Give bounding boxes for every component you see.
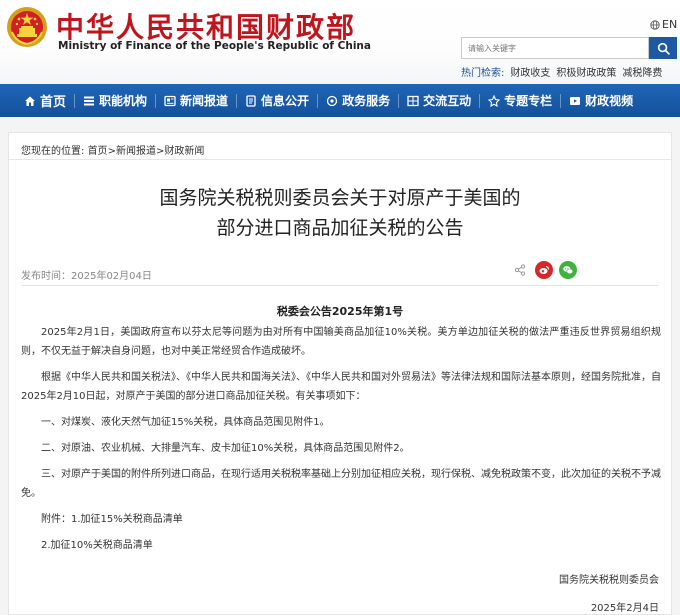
nav-item-interact[interactable]: 交流互动 — [399, 84, 479, 117]
wechat-share-button[interactable] — [559, 261, 577, 279]
article-paragraph: 一、对煤炭、液化天然气加征15%关税，具体商品范围见附件1。 — [41, 417, 330, 428]
nav-item-video[interactable]: 财政视频 — [561, 84, 641, 117]
wechat-icon — [563, 266, 574, 275]
breadcrumb-prefix: 您现在的位置: — [21, 146, 85, 157]
share-icon — [514, 264, 526, 276]
news-icon — [164, 95, 176, 106]
home-icon — [25, 96, 35, 106]
site-subtitle: Ministry of Finance of the People's Repu… — [58, 40, 371, 52]
share-button[interactable] — [511, 261, 529, 279]
divider — [21, 285, 659, 286]
article-paragraph: 三、对原产于美国的附件所列进口商品，在现行适用关税税率基础上分别加征相应关税，现… — [21, 469, 661, 499]
nav-item-topic[interactable]: 专题专栏 — [480, 84, 560, 117]
breadcrumb-item[interactable]: 首页 — [88, 146, 108, 157]
search-button[interactable] — [649, 37, 677, 59]
publish-date: 发布时间：2025年02月04日 — [21, 271, 152, 282]
breadcrumb-item[interactable]: 新闻报道 — [116, 146, 156, 157]
info-icon — [246, 94, 256, 107]
nav-item-news[interactable]: 新闻报道 — [156, 84, 236, 117]
main-nav: 首页 职能机构 新闻报道 信息公开 政务服务 交流互动 专题专栏 财政视频 — [0, 84, 680, 117]
globe-icon — [650, 19, 660, 30]
nav-item-home[interactable]: 首页 — [0, 84, 74, 117]
language-label: EN — [662, 18, 678, 31]
topic-icon — [488, 94, 501, 107]
hot-link[interactable]: 积极财政政策 — [556, 64, 616, 79]
org-icon — [84, 96, 95, 105]
share-bar — [511, 261, 577, 279]
national-emblem-icon — [7, 7, 47, 47]
article-paragraph: 二、对原油、农业机械、大排量汽车、皮卡加征10%关税，具体商品范围见附件2。 — [41, 443, 410, 454]
article-paragraph: 根据《中华人民共和国关税法》、《中华人民共和国海关法》、《中华人民共和国对外贸易… — [21, 372, 661, 402]
nav-item-service[interactable]: 政务服务 — [318, 84, 398, 117]
nav-item-org[interactable]: 职能机构 — [75, 84, 155, 117]
nav-item-info[interactable]: 信息公开 — [237, 84, 317, 117]
article-body: 2025年2月1日，美国政府宣布以芬太尼等问题为由对所有中国输美商品加征10%关… — [21, 323, 661, 562]
article-container: 您现在的位置: 首页>新闻报道>财政新闻 国务院关税税则委员会关于对原产于美国的… — [8, 132, 672, 615]
hot-link[interactable]: 财政收支 — [510, 64, 550, 79]
article-title-line: 国务院关税税则委员会关于对原产于美国的 — [159, 187, 521, 209]
weibo-icon — [539, 266, 549, 274]
hot-search-label: 热门检索: — [461, 68, 505, 79]
video-icon — [570, 96, 581, 105]
language-switch[interactable]: EN — [650, 18, 677, 31]
signature: 国务院关税税则委员会 — [559, 575, 659, 586]
breadcrumb-item[interactable]: 财政新闻 — [164, 146, 204, 157]
attachment-item[interactable]: 附件：1.加征15%关税商品清单 — [21, 510, 661, 529]
hot-link[interactable]: 减税降费 — [622, 64, 662, 79]
service-icon — [326, 95, 338, 106]
article-title-line: 部分进口商品加征关税的公告 — [216, 217, 464, 239]
notice-number: 税委会公告2025年第1号 — [276, 305, 404, 318]
article-title: 国务院关税税则委员会关于对原产于美国的 部分进口商品加征关税的公告 — [9, 183, 671, 243]
breadcrumb-separator: > — [107, 146, 116, 157]
attachment-item[interactable]: 2.加征10%关税商品清单 — [21, 536, 661, 555]
divider — [9, 159, 671, 160]
search-input[interactable] — [461, 37, 649, 59]
weibo-share-button[interactable] — [535, 261, 553, 279]
search-icon — [657, 42, 670, 55]
sign-date: 2025年2月4日 — [590, 603, 659, 614]
article-paragraph: 2025年2月1日，美国政府宣布以芬太尼等问题为由对所有中国输美商品加征10%关… — [21, 327, 661, 357]
site-header: 中华人民共和国财政部 Ministry of Finance of the Pe… — [0, 0, 680, 84]
breadcrumb: 您现在的位置: 首页>新闻报道>财政新闻 — [21, 142, 204, 157]
interact-icon — [407, 95, 419, 106]
hot-search: 热门检索: 财政收支 积极财政政策 减税降费 — [461, 64, 662, 79]
